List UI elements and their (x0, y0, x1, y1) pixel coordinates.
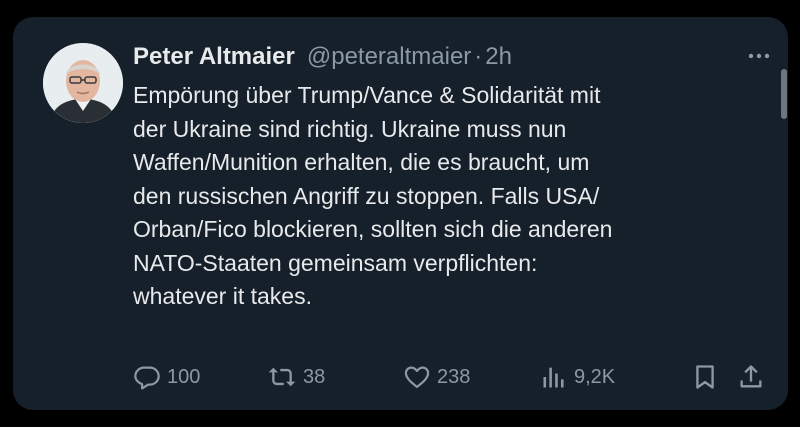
scrollbar-thumb[interactable] (781, 69, 787, 119)
tweet-text-line: Orban/Fico blockieren, sollten sich die … (133, 216, 613, 242)
like-count: 238 (437, 365, 471, 388)
author-handle[interactable]: @peteraltmaier (307, 43, 471, 71)
views-count: 9,2K (574, 365, 616, 388)
timestamp[interactable]: 2h (485, 43, 512, 71)
tweet-text-line: NATO-Staaten gemeinsam verpflichten: (133, 249, 538, 276)
author-name[interactable]: Peter Altmaier (133, 43, 295, 71)
tweet-header: Peter Altmaier @peteraltmaier · 2h (133, 39, 512, 75)
bookmark-icon (696, 365, 714, 389)
more-horizontal-icon (748, 53, 770, 59)
views-button[interactable]: 9,2K (540, 360, 615, 394)
repost-button[interactable]: 38 (267, 360, 325, 394)
tweet-text-line: whatever it takes. (133, 283, 312, 309)
reply-button[interactable]: 100 (133, 360, 200, 394)
heart-icon (404, 366, 430, 389)
tweet-card[interactable]: Peter Altmaier @peteraltmaier · 2h Empör… (13, 17, 788, 410)
reply-icon (134, 366, 160, 390)
tweet-text-line: der Ukraine sind richtig. Ukraine muss n… (133, 115, 567, 142)
tweet-text: Empörung über Trump/Vance & Solidarität … (133, 79, 773, 314)
separator-dot: · (474, 43, 483, 70)
action-bar: 100 38 238 9,2K (133, 360, 773, 394)
analytics-icon (543, 367, 564, 388)
repost-icon (268, 367, 296, 387)
avatar[interactable] (43, 43, 123, 123)
tweet-text-line: Empörung über Trump/Vance & Solidarität … (133, 82, 601, 108)
reply-count: 100 (167, 365, 201, 388)
bookmark-button[interactable] (691, 360, 719, 394)
repost-count: 38 (303, 365, 326, 388)
like-button[interactable]: 238 (403, 360, 470, 394)
share-button[interactable] (737, 360, 765, 394)
share-icon (740, 365, 762, 388)
more-options-button[interactable] (741, 43, 777, 69)
tweet-text-line: Waffen/Munition erhalten, die es braucht… (133, 149, 590, 175)
tweet-text-line: den russischen Angriff zu stoppen. Falls… (133, 182, 600, 209)
